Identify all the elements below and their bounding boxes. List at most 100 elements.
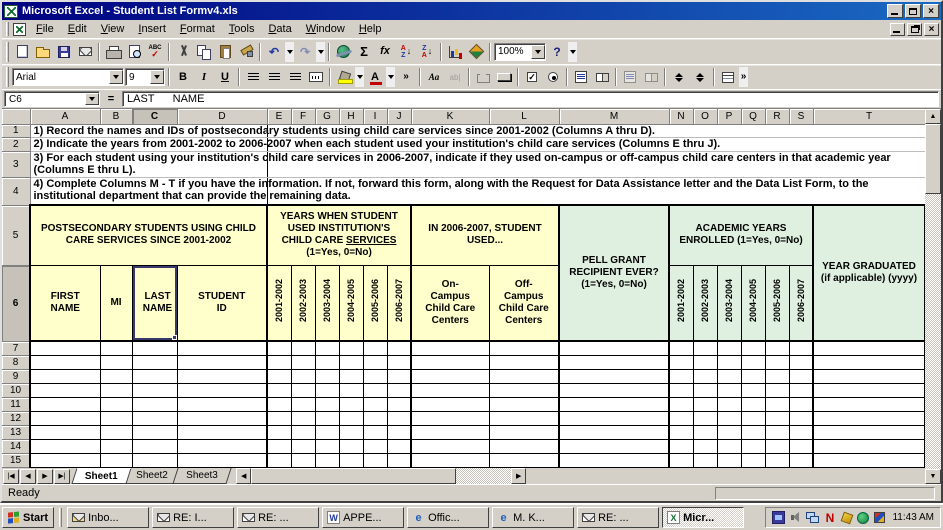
cell[interactable] bbox=[177, 397, 267, 411]
formula-input[interactable]: LAST NAME bbox=[122, 91, 939, 107]
cell[interactable] bbox=[291, 369, 315, 383]
paste-button[interactable] bbox=[215, 42, 235, 62]
spelling-button[interactable]: ABC✓ bbox=[145, 42, 165, 62]
previous-sheet-button[interactable]: ◀ bbox=[20, 469, 36, 484]
cell[interactable] bbox=[177, 439, 267, 453]
fill-color-button[interactable] bbox=[334, 67, 354, 87]
cell[interactable] bbox=[789, 411, 813, 425]
underline-button[interactable]: U bbox=[215, 67, 235, 87]
cell[interactable] bbox=[717, 341, 741, 355]
column-header-i[interactable]: I bbox=[363, 109, 387, 124]
row-header-14[interactable]: 14 bbox=[2, 439, 30, 453]
cell[interactable] bbox=[177, 341, 267, 355]
cell[interactable] bbox=[717, 425, 741, 439]
cell[interactable] bbox=[741, 355, 765, 369]
task-mail-1[interactable]: RE: I... bbox=[152, 507, 234, 528]
cell[interactable] bbox=[100, 383, 132, 397]
cell[interactable] bbox=[291, 341, 315, 355]
cell[interactable] bbox=[315, 383, 339, 397]
column-header-f[interactable]: F bbox=[291, 109, 315, 124]
name-box-dropdown-button[interactable] bbox=[85, 93, 99, 105]
forms-option-button[interactable] bbox=[543, 67, 563, 87]
more-formatting-button[interactable]: » bbox=[396, 67, 416, 87]
task-mail-2[interactable]: RE: ... bbox=[237, 507, 319, 528]
workbook-icon[interactable] bbox=[13, 23, 26, 36]
cell[interactable] bbox=[339, 439, 363, 453]
cell[interactable] bbox=[669, 383, 693, 397]
cell[interactable] bbox=[717, 383, 741, 397]
cell[interactable] bbox=[30, 453, 100, 467]
cell[interactable] bbox=[177, 425, 267, 439]
align-right-button[interactable] bbox=[285, 67, 305, 87]
cell[interactable] bbox=[363, 397, 387, 411]
cell[interactable] bbox=[669, 369, 693, 383]
start-button[interactable]: Start bbox=[2, 507, 54, 528]
menu-file[interactable]: File bbox=[30, 21, 60, 37]
cell[interactable] bbox=[765, 369, 789, 383]
cell[interactable] bbox=[339, 397, 363, 411]
header-year-s[interactable]: 2006-2007 bbox=[789, 265, 813, 341]
forms-combobox-disabled-button[interactable] bbox=[641, 67, 661, 87]
cell[interactable] bbox=[559, 369, 669, 383]
cell[interactable] bbox=[489, 425, 559, 439]
row-header-13[interactable]: 13 bbox=[2, 425, 30, 439]
zoom-dropdown-button[interactable] bbox=[531, 45, 545, 59]
cell[interactable] bbox=[411, 439, 489, 453]
cell[interactable] bbox=[765, 411, 789, 425]
header-year-g[interactable]: 2003-2004 bbox=[315, 265, 339, 341]
cell[interactable] bbox=[693, 411, 717, 425]
cell[interactable] bbox=[489, 369, 559, 383]
row-header-12[interactable]: 12 bbox=[2, 411, 30, 425]
cell[interactable] bbox=[267, 397, 291, 411]
cell[interactable] bbox=[387, 425, 411, 439]
toolbar-options-button[interactable] bbox=[568, 42, 577, 62]
italic-button[interactable]: I bbox=[194, 67, 214, 87]
cell[interactable] bbox=[813, 355, 925, 369]
sort-ascending-button[interactable]: AZ↓ bbox=[396, 42, 416, 62]
cell[interactable] bbox=[741, 369, 765, 383]
cell[interactable] bbox=[100, 453, 132, 467]
column-header-b[interactable]: B bbox=[100, 109, 132, 124]
vertical-scroll-thumb[interactable] bbox=[925, 124, 941, 194]
fill-color-dropdown-button[interactable] bbox=[355, 67, 364, 87]
cell[interactable] bbox=[291, 397, 315, 411]
cell[interactable] bbox=[813, 411, 925, 425]
task-excel-active[interactable]: XMicr... bbox=[662, 507, 744, 528]
column-header-g[interactable]: G bbox=[315, 109, 339, 124]
column-header-r[interactable]: R bbox=[765, 109, 789, 124]
horizontal-scroll-thumb[interactable] bbox=[251, 468, 456, 484]
header-year-o[interactable]: 2002-2003 bbox=[693, 265, 717, 341]
cell[interactable] bbox=[669, 411, 693, 425]
instruction-cell-2[interactable]: 2) Indicate the years from 2001-2002 to … bbox=[30, 138, 925, 152]
column-header-k[interactable]: K bbox=[411, 109, 489, 124]
forms-checkbox-button[interactable]: ✓ bbox=[522, 67, 542, 87]
group-years-used[interactable]: YEARS WHEN STUDENT USED INSTITUTION'S CH… bbox=[267, 205, 411, 265]
column-header-h[interactable]: H bbox=[339, 109, 363, 124]
row-header-3[interactable]: 3 bbox=[2, 151, 30, 177]
cell[interactable] bbox=[717, 439, 741, 453]
toolbar-grip[interactable] bbox=[6, 67, 9, 86]
cell[interactable] bbox=[489, 453, 559, 467]
cell[interactable] bbox=[267, 425, 291, 439]
new-button[interactable] bbox=[12, 42, 32, 62]
cell[interactable] bbox=[132, 453, 177, 467]
cell[interactable] bbox=[339, 383, 363, 397]
volume-icon[interactable] bbox=[789, 511, 802, 524]
menu-edit[interactable]: Edit bbox=[62, 21, 93, 37]
print-preview-button[interactable] bbox=[124, 42, 144, 62]
cell[interactable] bbox=[741, 411, 765, 425]
header-year-r[interactable]: 2005-2006 bbox=[765, 265, 789, 341]
cell[interactable] bbox=[411, 341, 489, 355]
vertical-scroll-track[interactable] bbox=[925, 194, 941, 469]
cell[interactable] bbox=[489, 383, 559, 397]
help-button[interactable]: ? bbox=[547, 42, 567, 62]
forms-listbox-button[interactable] bbox=[571, 67, 591, 87]
cell[interactable] bbox=[267, 439, 291, 453]
cell[interactable] bbox=[559, 355, 669, 369]
zoom-combobox[interactable]: 100% bbox=[494, 43, 546, 61]
cell[interactable] bbox=[813, 383, 925, 397]
cell[interactable] bbox=[693, 369, 717, 383]
header-year-q[interactable]: 2004-2005 bbox=[741, 265, 765, 341]
tab-sheet1[interactable]: Sheet1 bbox=[71, 468, 131, 484]
cell[interactable] bbox=[489, 341, 559, 355]
